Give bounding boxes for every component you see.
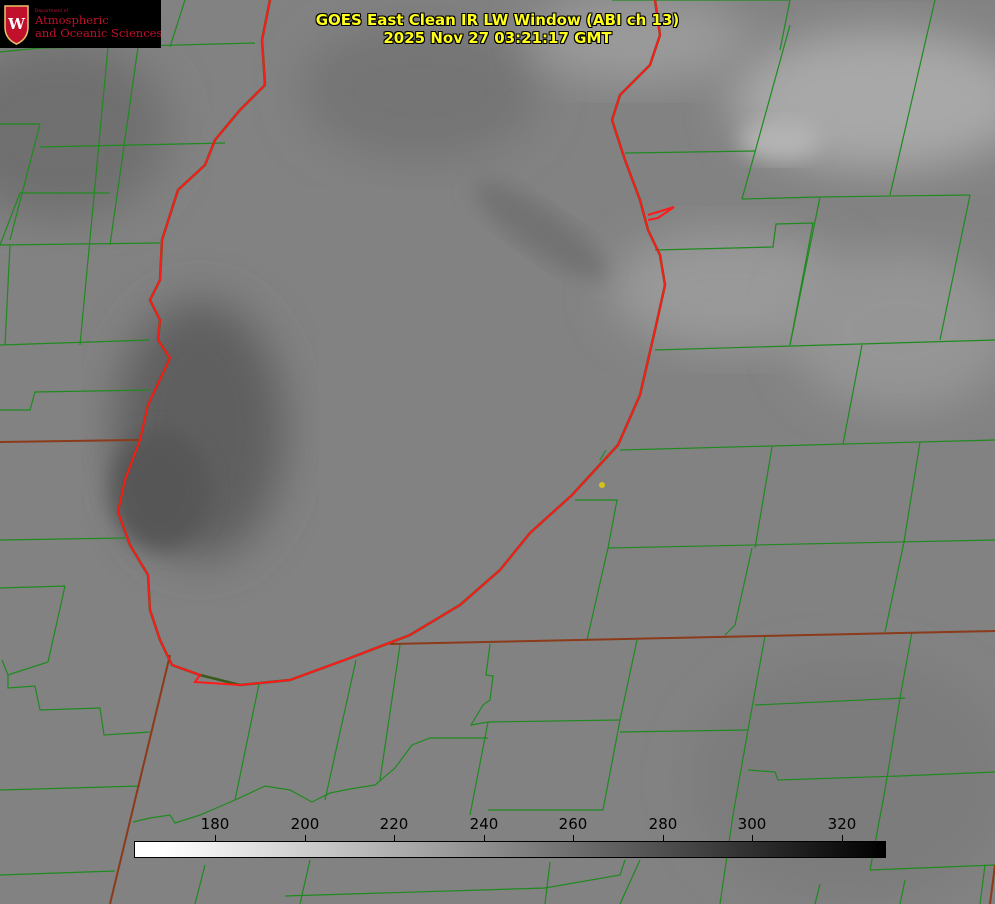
image-timestamp: 2025 Nov 27 03:21:17 GMT [383,29,612,47]
colorbar-tick-mark [394,835,395,841]
colorbar-tick-label: 240 [469,815,499,833]
colorbar-tick-label: 200 [290,815,320,833]
colorbar-tick-label: 180 [200,815,230,833]
colorbar-tick-mark [215,835,216,841]
colorbar-tick-label: 220 [379,815,409,833]
colorbar-tick-mark [842,835,843,841]
colorbar-tick-mark [663,835,664,841]
colorbar-tick-mark [752,835,753,841]
colorbar-tick-mark [573,835,574,841]
image-title: GOES East Clean IR LW Window (ABI ch 13) [315,11,680,29]
colorbar-tick-label: 260 [558,815,588,833]
colorbar-tick-mark [484,835,485,841]
station-marker [599,482,605,488]
colorbar-tick-label: 300 [737,815,767,833]
colorbar-tick-mark [305,835,306,841]
colorbar-tick-label: 320 [827,815,857,833]
satellite-map [0,0,995,904]
colorbar [134,841,886,858]
colorbar-tick-label: 280 [648,815,678,833]
